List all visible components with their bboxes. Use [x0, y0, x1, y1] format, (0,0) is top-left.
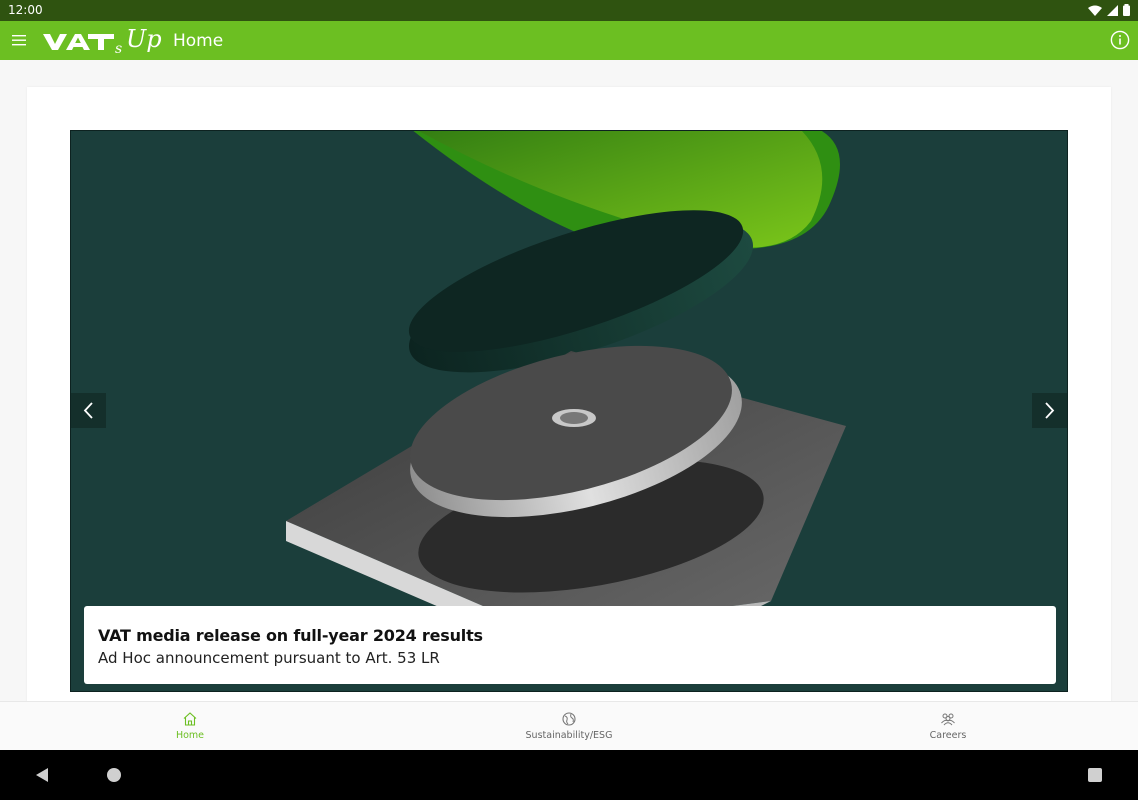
svg-text:Up: Up	[126, 25, 162, 53]
info-icon[interactable]	[1110, 30, 1130, 50]
nav-careers[interactable]: Careers	[868, 702, 1028, 751]
nav-home-label: Home	[175, 730, 205, 741]
carousel-next-button[interactable]	[1032, 393, 1067, 428]
wifi-icon	[1088, 5, 1102, 16]
nav-sustainability[interactable]: Sustainability/ESG	[489, 702, 649, 751]
slide-caption[interactable]: VAT media release on full-year 2024 resu…	[84, 606, 1056, 684]
slide-title: VAT media release on full-year 2024 resu…	[98, 626, 483, 645]
carousel-prev-button[interactable]	[71, 393, 106, 428]
home-circle-icon[interactable]	[107, 768, 121, 782]
system-navigation-bar	[0, 750, 1138, 800]
news-carousel[interactable]: VAT media release on full-year 2024 resu…	[70, 130, 1068, 692]
app-bar: s Up Home	[0, 21, 1138, 60]
chevron-left-icon	[83, 402, 93, 419]
status-time: 12:00	[8, 3, 43, 17]
bottom-navigation: Home Sustainability/ESG Careers	[0, 701, 1138, 750]
menu-icon[interactable]	[10, 31, 28, 49]
slide-subtitle: Ad Hoc announcement pursuant to Art. 53 …	[98, 649, 440, 667]
battery-icon	[1123, 4, 1130, 16]
nav-home[interactable]: Home	[110, 702, 270, 751]
svg-text:s: s	[115, 41, 122, 57]
people-icon	[941, 713, 955, 726]
home-icon	[183, 712, 197, 726]
chevron-right-icon	[1045, 402, 1055, 419]
nav-careers-label: Careers	[929, 730, 967, 741]
signal-icon	[1107, 4, 1118, 16]
page-title: Home	[173, 31, 224, 51]
status-bar: 12:00	[0, 0, 1138, 21]
recents-icon[interactable]	[1088, 768, 1102, 782]
globe-icon	[562, 712, 576, 726]
back-icon[interactable]	[34, 766, 50, 784]
vat-logo: s Up	[43, 25, 162, 57]
nav-sustainability-label: Sustainability/ESG	[525, 730, 613, 741]
status-icons	[1088, 4, 1130, 16]
